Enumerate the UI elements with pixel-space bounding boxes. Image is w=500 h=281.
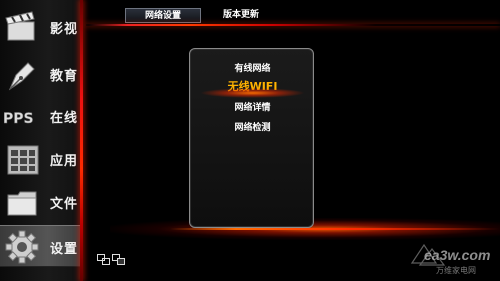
selection-highlight — [200, 88, 305, 98]
menu-item-wired-network[interactable]: 有线网络 — [190, 61, 315, 74]
network-menu-panel: 有线网络 无线WIFI 网络详情 网络检测 — [189, 48, 314, 228]
tab-bar: 网络设置 版本更新 — [125, 8, 281, 24]
network-status — [97, 254, 125, 265]
pps-logo-icon: PPS — [3, 111, 34, 128]
tab-network-settings[interactable]: 网络设置 — [125, 8, 201, 23]
watermark-domain: ea3w.com — [424, 247, 491, 263]
sidebar-item-label: 设置 — [50, 242, 79, 257]
sidebar-item-label: 影视 — [50, 22, 79, 37]
pps-logo-text: PPS — [3, 111, 34, 127]
gear-icon — [5, 230, 39, 264]
sidebar-item-label: 文件 — [50, 197, 79, 212]
tab-version-update[interactable]: 版本更新 — [215, 8, 267, 23]
network-icon — [97, 254, 110, 265]
bottom-divider — [170, 228, 500, 230]
header-divider — [86, 24, 500, 26]
menu-item-network-details[interactable]: 网络详情 — [190, 100, 315, 113]
sidebar-item-online[interactable]: PPS 在线 — [0, 97, 80, 137]
network-connected-icon — [112, 254, 125, 265]
sidebar: 影视 教育 PPS 在线 应用 文件 设置 — [0, 0, 80, 281]
watermark-name: 万维家电网 — [436, 266, 476, 275]
clapperboard-icon — [5, 11, 35, 41]
sidebar-item-label: 应用 — [50, 154, 79, 169]
sidebar-item-label: 教育 — [50, 69, 79, 84]
sidebar-item-label: 在线 — [50, 111, 79, 126]
app-grid-icon — [7, 145, 39, 175]
sidebar-item-files[interactable]: 文件 — [0, 183, 80, 223]
sidebar-item-settings[interactable]: 设置 — [0, 225, 80, 267]
menu-item-network-test[interactable]: 网络检测 — [190, 120, 315, 133]
sidebar-item-education[interactable]: 教育 — [0, 55, 80, 95]
sidebar-item-movies[interactable]: 影视 — [0, 8, 80, 48]
sidebar-divider — [80, 0, 83, 281]
sidebar-item-apps[interactable]: 应用 — [0, 140, 80, 180]
pen-nib-icon — [8, 62, 35, 91]
folder-icon — [7, 191, 37, 216]
